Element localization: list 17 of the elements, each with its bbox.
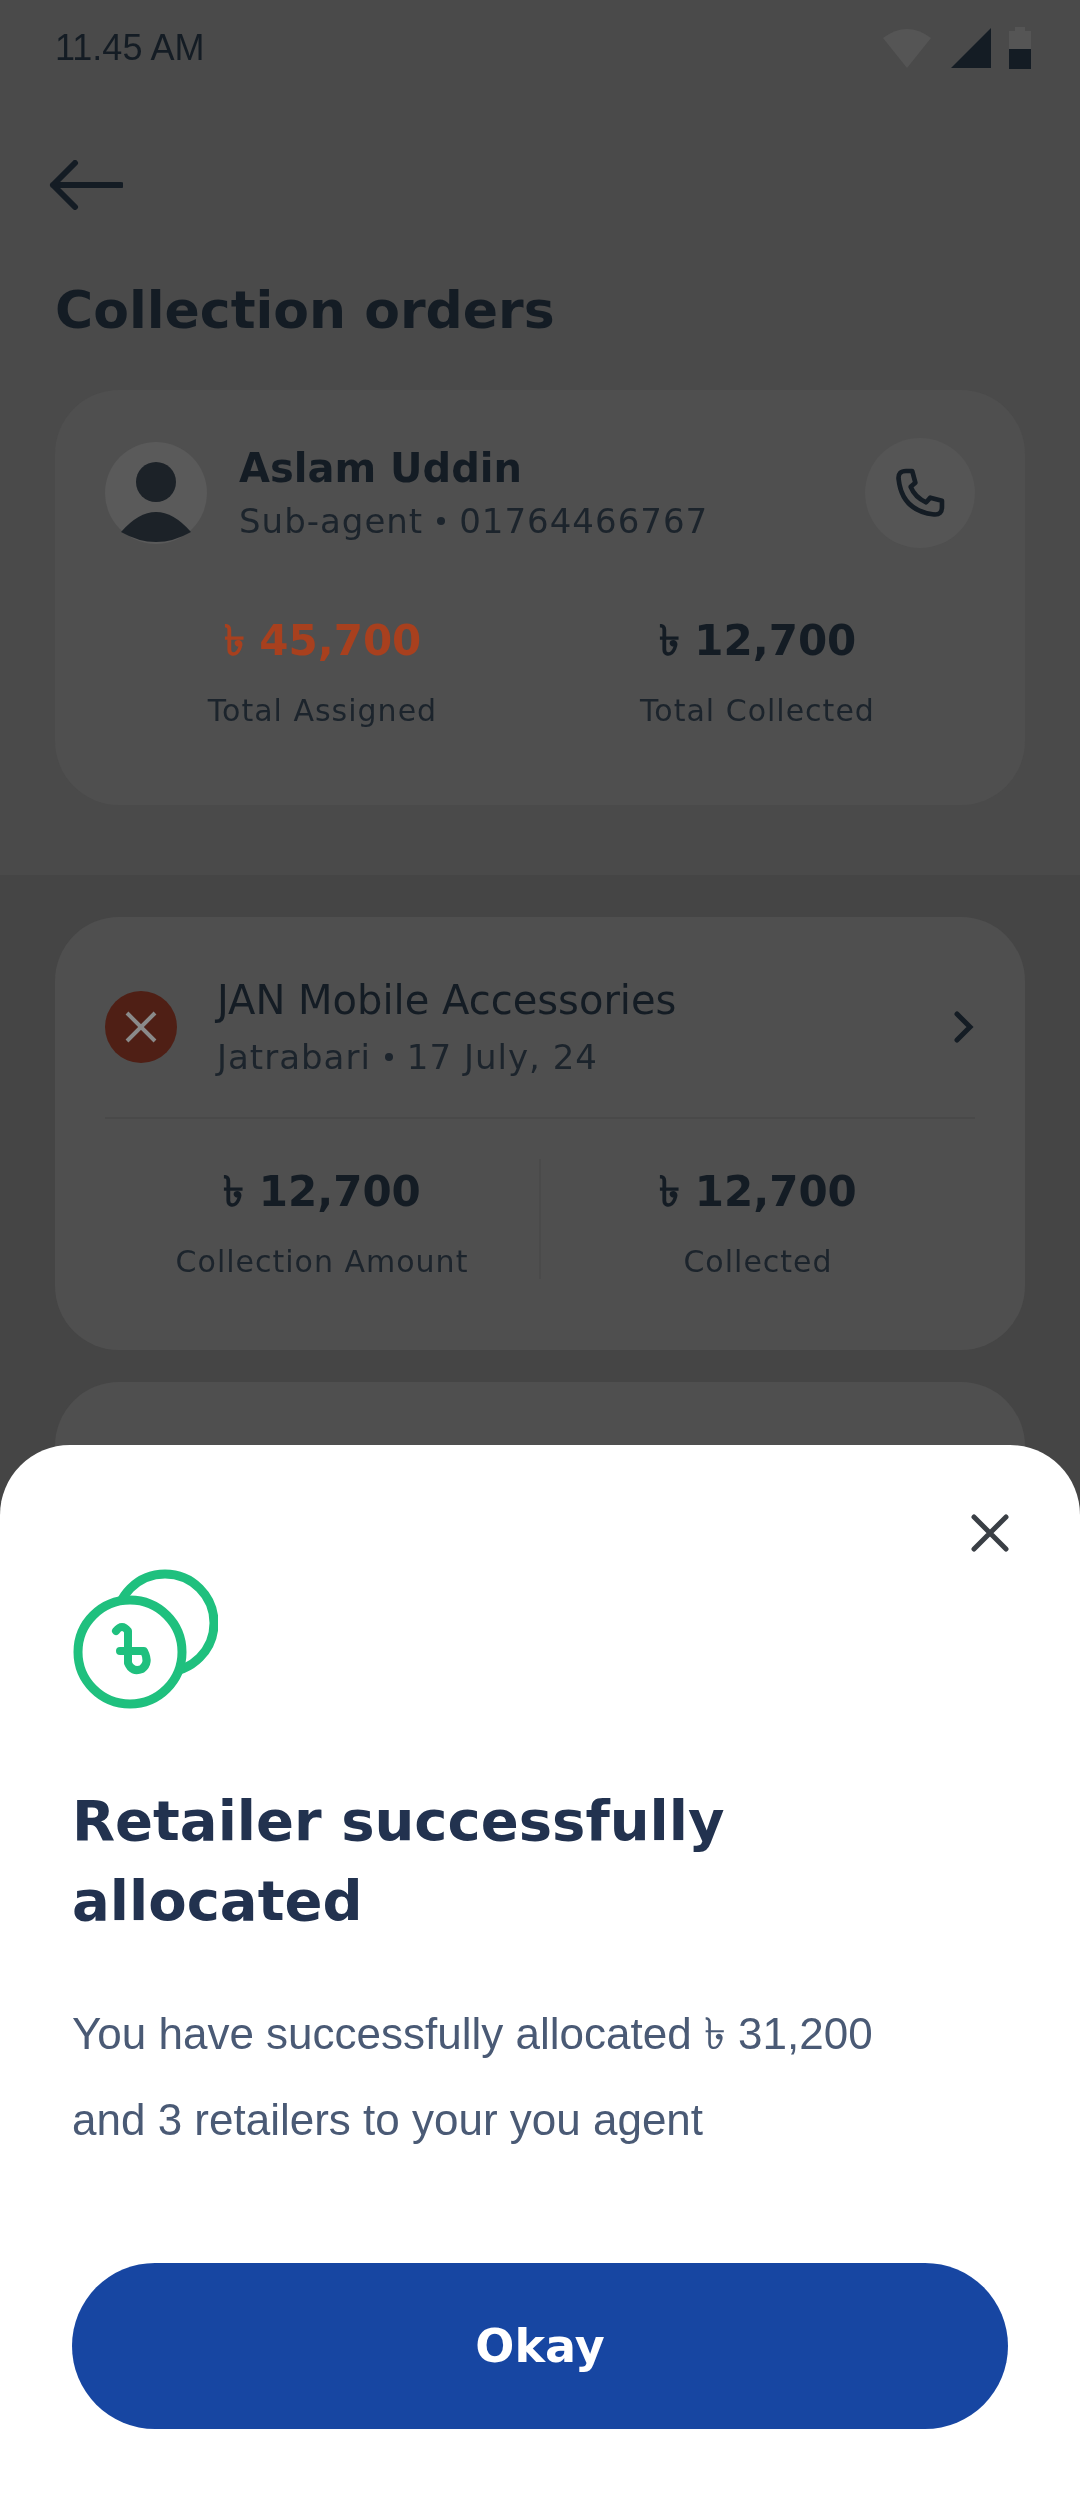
sheet-message: You have successfully allocated ৳ 31,200 and 3 retailers to your you agent (72, 2008, 874, 2146)
chevron-right-icon (953, 1010, 975, 1044)
separator-dot (384, 1053, 393, 1061)
back-arrow-icon[interactable] (49, 160, 123, 210)
close-button[interactable] (970, 1513, 1010, 1553)
separator-dot (437, 517, 446, 525)
amount: ৳ 12,700 (658, 615, 857, 667)
amount: ৳ 45,700 (223, 615, 422, 667)
amount: ৳ 12,700 (223, 1166, 421, 1218)
signal-icon (951, 28, 991, 68)
okay-button[interactable]: Okay (72, 2263, 1008, 2429)
close-icon (970, 1513, 1010, 1553)
battery-icon (1009, 27, 1031, 69)
retailer-name: JAN Mobile Accessories (217, 977, 678, 1023)
amount: ৳ 12,700 (659, 1166, 857, 1218)
agent-name: Aslam Uddin (239, 445, 523, 491)
sheet-title: Retailer successfully allocated (72, 1787, 726, 1935)
